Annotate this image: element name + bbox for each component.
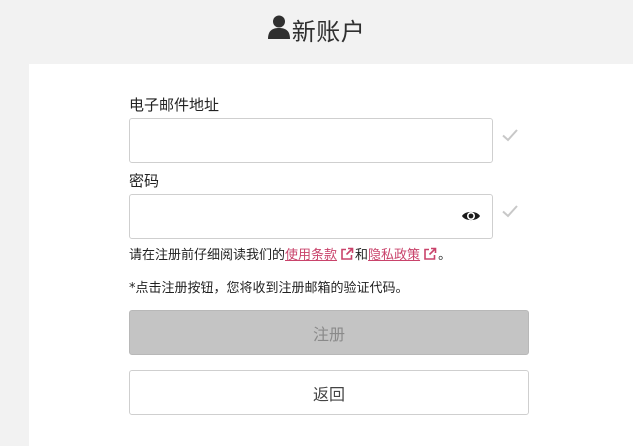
email-check-icon [500, 125, 520, 145]
terms-and: 和 [355, 248, 369, 263]
email-label: 电子邮件地址 [129, 96, 220, 114]
password-field[interactable] [129, 194, 493, 239]
email-field[interactable] [129, 118, 493, 163]
user-icon [267, 15, 290, 43]
page: 新账户 电子邮件地址 密码 请在注册前仔细阅读我们的 使用条款 和 隐私政策 。… [0, 0, 633, 446]
signup-card: 电子邮件地址 密码 请在注册前仔细阅读我们的 使用条款 和 隐私政策 。 *点击… [29, 64, 633, 446]
external-link-icon[interactable] [340, 247, 354, 261]
back-button-label: 返回 [312, 384, 345, 404]
password-wrapper [129, 194, 493, 239]
external-link-icon[interactable] [423, 247, 437, 261]
register-button-label: 注册 [312, 324, 345, 344]
privacy-policy-link[interactable]: 隐私政策 [368, 244, 420, 263]
terms-notice: 请在注册前仔细阅读我们的 使用条款 和 隐私政策 。 [129, 244, 451, 263]
verification-note: *点击注册按钮，您将收到注册邮箱的验证代码。 [129, 281, 409, 296]
show-password-eye-icon[interactable] [461, 206, 481, 226]
register-button[interactable]: 注册 [129, 310, 529, 355]
back-button[interactable]: 返回 [129, 370, 529, 415]
terms-suffix: 。 [438, 248, 452, 263]
password-label: 密码 [129, 172, 160, 190]
password-check-icon [500, 201, 520, 221]
header: 新账户 [0, 0, 633, 64]
terms-of-use-link[interactable]: 使用条款 [285, 244, 337, 263]
terms-prefix: 请在注册前仔细阅读我们的 [129, 248, 286, 263]
page-title: 新账户 [291, 17, 366, 46]
title-wrap: 新账户 [267, 12, 366, 47]
